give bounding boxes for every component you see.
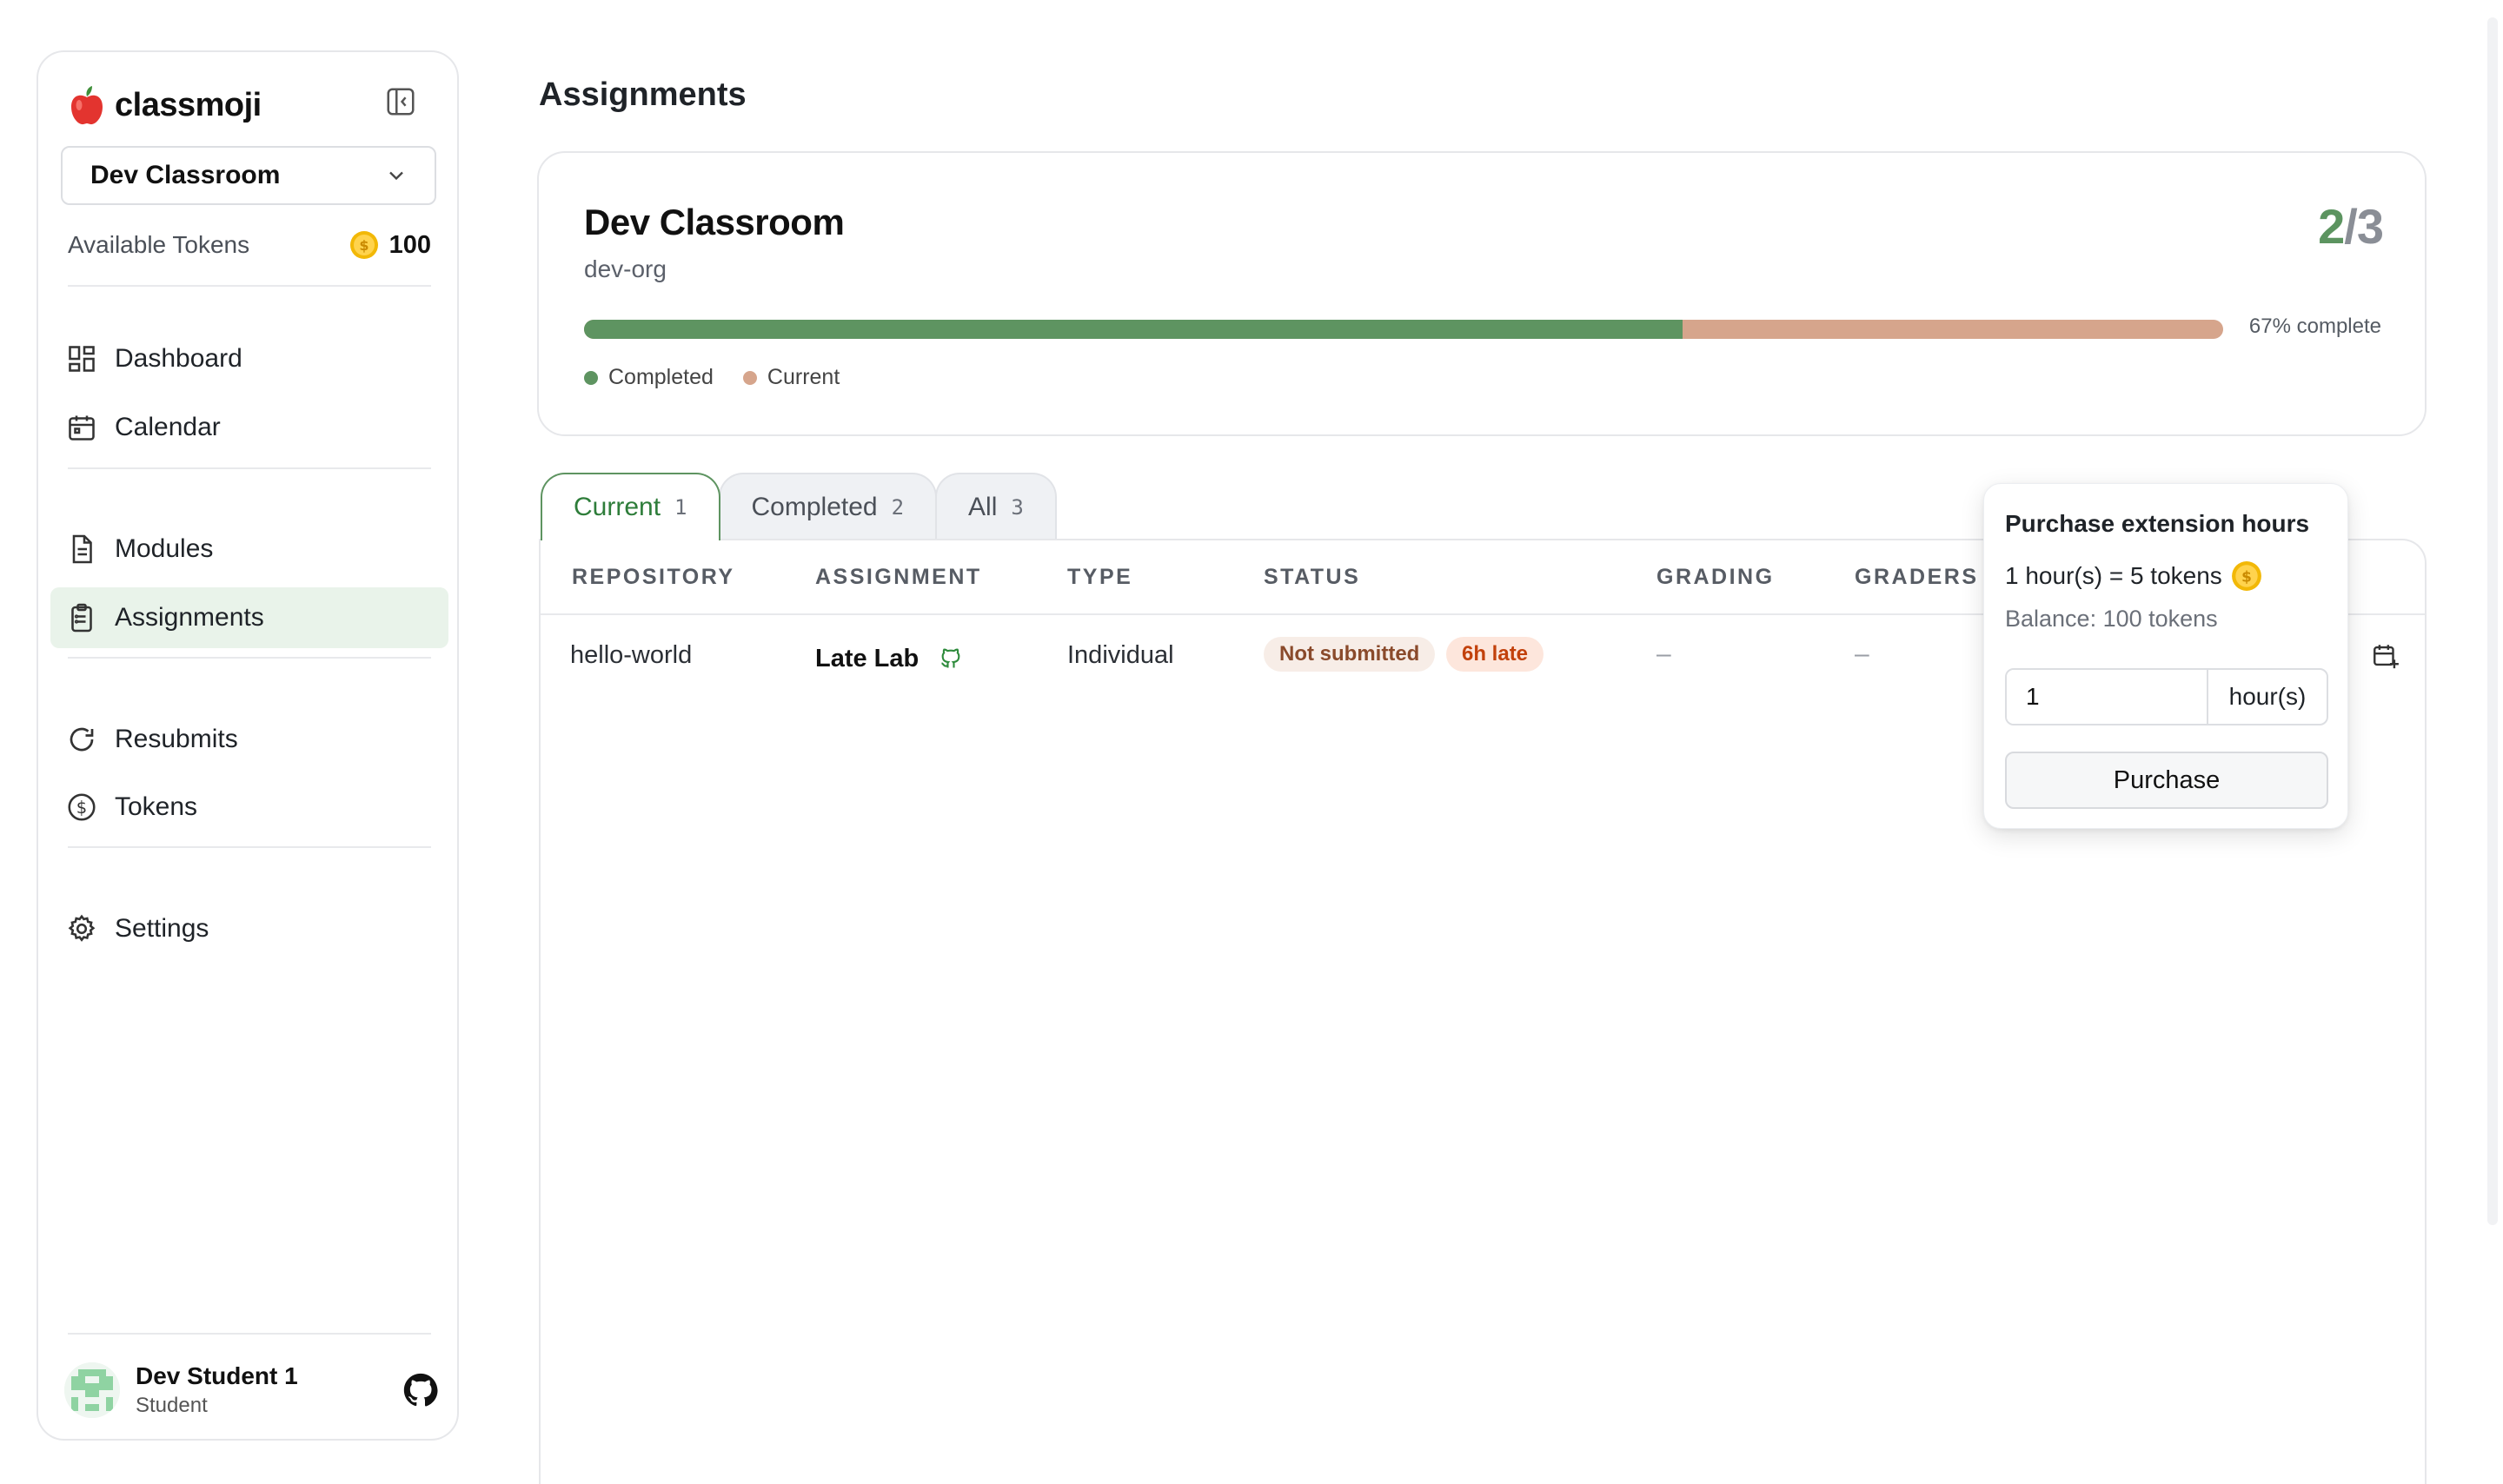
type-cell: Individual — [1067, 641, 1174, 669]
scrollbar[interactable] — [2487, 17, 2498, 1225]
refresh-icon — [70, 727, 94, 752]
user-card[interactable]: Dev Student 1 Student — [64, 1355, 438, 1425]
legend-current-label: Current — [767, 365, 840, 389]
column-header[interactable]: GRADING — [1656, 565, 1775, 590]
gear-icon — [68, 914, 96, 942]
legend-current: Current — [742, 365, 840, 390]
divider — [68, 657, 431, 659]
nav-modules-label: Modules — [115, 534, 214, 563]
classroom-org: dev-org — [584, 255, 667, 282]
hours-input[interactable] — [2007, 670, 2207, 724]
nav-dashboard[interactable]: Dashboard — [50, 328, 448, 389]
available-tokens: Available Tokens $ 100 — [68, 226, 431, 264]
tab-completed[interactable]: Completed 2 — [718, 473, 938, 540]
nav-calendar-label: Calendar — [115, 413, 221, 441]
calendar-plus-icon[interactable] — [2371, 641, 2400, 671]
tokens-value: 100 — [388, 230, 431, 259]
column-header[interactable]: TYPE — [1067, 565, 1132, 590]
chevron-down-icon — [389, 171, 403, 181]
legend-completed: Completed — [584, 365, 714, 390]
github-link-icon[interactable] — [939, 646, 963, 671]
user-info: Dev Student 1 Student — [136, 1362, 388, 1418]
nav-resubmits[interactable]: Resubmits — [50, 709, 448, 770]
column-header[interactable]: ASSIGNMENT — [815, 565, 982, 590]
sidebar-collapse-icon[interactable] — [384, 85, 417, 118]
dollar-circle-icon: $ — [68, 793, 96, 821]
nav-calendar[interactable]: Calendar — [50, 397, 448, 458]
column-header[interactable]: STATUS — [1264, 565, 1360, 590]
tokens-label: Available Tokens — [68, 231, 250, 258]
sidebar: classmoji Dev Classroom Available Tokens… — [37, 50, 459, 1441]
tab-current-label: Current — [574, 493, 661, 521]
nav-dashboard-label: Dashboard — [115, 344, 242, 373]
divider — [68, 846, 431, 848]
coin-icon: $ — [2231, 561, 2261, 591]
hours-unit: hour(s) — [2207, 670, 2327, 724]
divider — [68, 1333, 431, 1335]
classroom-select-value: Dev Classroom — [90, 161, 281, 189]
github-icon[interactable] — [403, 1373, 438, 1408]
page-title: Assignments — [539, 76, 747, 113]
identicon-icon — [64, 1362, 120, 1418]
tab-current[interactable]: Current 1 — [541, 473, 720, 540]
nav-assignments-label: Assignments — [115, 603, 264, 632]
apple-logo-icon — [71, 86, 103, 125]
graders-cell: – — [1855, 639, 1869, 668]
progress-legend: Completed Current — [584, 365, 840, 390]
dashboard-icon — [69, 346, 95, 372]
grading-cell: – — [1656, 639, 1671, 668]
assignment-cell[interactable]: Late Lab — [815, 645, 919, 673]
tab-completed-label: Completed — [751, 493, 878, 521]
divider — [68, 285, 431, 287]
completion-ratio: 2/3 — [2318, 199, 2384, 254]
classroom-select[interactable]: Dev Classroom — [61, 146, 436, 205]
tab-all-label: All — [968, 493, 998, 521]
nav-tokens-label: Tokens — [115, 792, 198, 821]
nav-settings-label: Settings — [115, 914, 209, 943]
progress-bar — [584, 320, 2223, 339]
nav-tokens[interactable]: $ Tokens — [50, 777, 448, 838]
assignment-tabs: Current 1 Completed 2 All 3 — [541, 473, 1057, 540]
svg-text:$: $ — [76, 798, 87, 818]
extension-rate-text: 1 hour(s) = 5 tokens — [2005, 562, 2222, 589]
tab-completed-count: 2 — [891, 495, 905, 520]
nav-settings[interactable]: Settings — [50, 898, 448, 959]
classroom-name: Dev Classroom — [584, 202, 845, 242]
nav-resubmits-label: Resubmits — [115, 725, 238, 753]
user-role: Student — [136, 1394, 208, 1417]
completed-count: 2 — [2318, 199, 2345, 254]
classroom-progress-card: Dev Classroom dev-org 2/3 67% complete C… — [537, 151, 2427, 436]
percent-complete: 67% complete — [2248, 315, 2381, 338]
clipboard-icon — [71, 603, 92, 633]
tab-current-count: 1 — [674, 495, 687, 520]
nav-modules[interactable]: Modules — [50, 519, 448, 580]
repository-cell[interactable]: hello-world — [570, 641, 692, 670]
divider — [68, 467, 431, 469]
avatar — [64, 1362, 120, 1418]
progress-fill — [584, 320, 1683, 339]
column-header[interactable]: REPOSITORY — [572, 565, 735, 590]
coin-icon: $ — [349, 231, 378, 259]
total-count: 3 — [2356, 199, 2384, 254]
svg-text:$: $ — [359, 237, 368, 254]
brand-name: classmoji — [115, 86, 262, 123]
extension-rate: 1 hour(s) = 5 tokens $ — [2005, 560, 2262, 592]
popover-title: Purchase extension hours — [2005, 510, 2310, 537]
svg-text:$: $ — [2241, 567, 2252, 585]
calendar-icon — [69, 415, 95, 441]
status-badge: Not submitted — [1264, 637, 1436, 672]
document-icon — [72, 534, 92, 564]
purchase-extension-popover: Purchase extension hours 1 hour(s) = 5 t… — [1983, 483, 2348, 829]
user-name: Dev Student 1 — [136, 1362, 298, 1389]
brand[interactable]: classmoji — [68, 83, 262, 127]
tab-all[interactable]: All 3 — [935, 473, 1057, 540]
nav-assignments[interactable]: Assignments — [50, 587, 448, 648]
legend-completed-label: Completed — [608, 365, 714, 389]
late-badge: 6h late — [1446, 637, 1544, 672]
column-header[interactable]: GRADERS — [1855, 565, 1979, 590]
token-balance: Balance: 100 tokens — [2005, 606, 2218, 632]
hours-input-group: hour(s) — [2005, 668, 2328, 725]
tab-all-count: 3 — [1011, 495, 1024, 520]
purchase-button[interactable]: Purchase — [2005, 752, 2328, 809]
